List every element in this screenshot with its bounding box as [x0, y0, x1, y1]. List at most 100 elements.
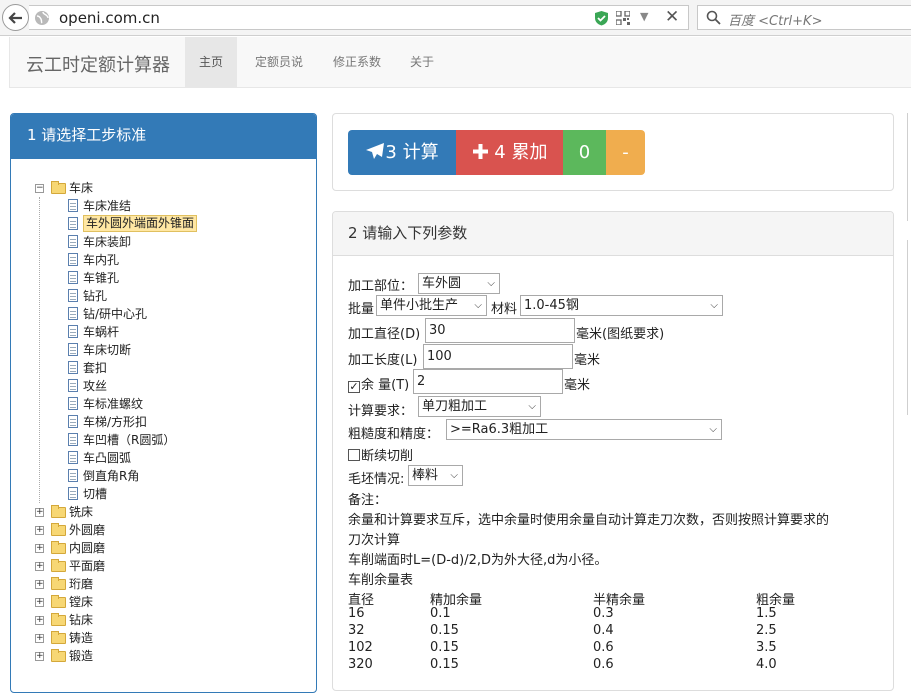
tree-node-leaf[interactable]: 钻孔 [11, 287, 311, 305]
tree-leaf-label: 车凹槽（R圆弧） [83, 433, 176, 447]
document-icon [68, 397, 78, 410]
collapse-toggle-icon[interactable]: − [35, 184, 44, 193]
brand-title[interactable]: 云工时定额计算器 [26, 51, 170, 77]
tree-node-folder[interactable]: + 锻造 [11, 647, 311, 665]
note-exclusive: 余量和计算要求互斥，选中余量时使用余量自动计算走刀次数，否则按照计算要求的 [348, 513, 830, 528]
document-icon [68, 469, 78, 482]
tree-node-leaf[interactable]: 车凸圆弧 [11, 449, 311, 467]
tree-leaf-label: 车床切断 [83, 343, 132, 357]
material-label: 材料 [491, 302, 518, 317]
nav-item-quota-talk[interactable]: 定额员说 [241, 37, 317, 87]
address-bar[interactable]: openi.com.cn ▼ ✕ [29, 5, 689, 30]
action-button-panel: 3 计算 4 累加 0 - [332, 113, 894, 191]
table-cell: 0.15 [430, 640, 459, 655]
folder-icon [51, 613, 66, 626]
table-cell: 0.6 [593, 640, 614, 655]
tree-node-folder[interactable]: + 铣床 [11, 503, 311, 521]
tree-node-leaf[interactable]: 车外圆外端面外锥面 [11, 215, 311, 233]
tree-node-folder[interactable]: + 内圆磨 [11, 539, 311, 557]
nav-item-home[interactable]: 主页 [185, 37, 238, 87]
roughness-select-value: >=Ra6.3粗加工 [450, 422, 549, 437]
accumulate-button[interactable]: 4 累加 [456, 130, 563, 175]
diameter-input[interactable]: 30 [425, 318, 575, 343]
document-icon [68, 325, 78, 338]
tree-node-leaf[interactable]: 套扣 [11, 359, 311, 377]
nav-item-about[interactable]: 关于 [396, 37, 448, 87]
tree-node-folder[interactable]: + 钻床 [11, 611, 311, 629]
part-select[interactable]: 车外圆 ⌵ [418, 273, 500, 294]
material-select-value: 1.0-45钢 [524, 298, 579, 313]
interrupted-checkbox[interactable] [348, 449, 360, 461]
tree-node-folder[interactable]: + 外圆磨 [11, 521, 311, 539]
tree-node-leaf[interactable]: 钻/研中心孔 [11, 305, 311, 323]
tree-node-label: 平面磨 [69, 559, 106, 573]
nav-item-correction[interactable]: 修正系数 [319, 37, 395, 87]
chevron-down-icon: ⌵ [474, 300, 482, 311]
top-navbar: 云工时定额计算器 主页 定额员说 修正系数 关于 [9, 37, 911, 88]
length-unit: 毫米 [574, 353, 601, 368]
document-icon [68, 451, 78, 464]
notes-label: 备注： [348, 493, 388, 508]
part-label: 加工部位： [348, 279, 414, 294]
allowance-checkbox[interactable]: ✓ [348, 381, 360, 393]
expand-toggle-icon[interactable]: + [35, 616, 44, 625]
tree-node-folder[interactable]: + 铸造 [11, 629, 311, 647]
tree-leaf-label: 车梯/方形扣 [83, 415, 148, 429]
tree-node-leaf[interactable]: 车标准螺纹 [11, 395, 311, 413]
plus-icon [472, 144, 488, 159]
page-edge-divider [907, 113, 908, 221]
tree-node-leaf[interactable]: 车内孔 [11, 251, 311, 269]
calculate-label: 3 计算 [385, 142, 439, 163]
search-box[interactable]: 百度 <Ctrl+K> [697, 5, 911, 30]
expand-toggle-icon[interactable]: + [35, 652, 44, 661]
tree-node-leaf[interactable]: 车梯/方形扣 [11, 413, 311, 431]
tree-node-leaf[interactable]: 车凹槽（R圆弧） [11, 431, 311, 449]
allowance-input[interactable]: 2 [413, 369, 563, 394]
note-facing: 车削端面时L=(D-d)/2,D为外大径,d为小径。 [348, 553, 608, 568]
roughness-select[interactable]: >=Ra6.3粗加工 ⌵ [446, 419, 722, 440]
minus-button[interactable]: - [606, 130, 645, 175]
total-count-button[interactable]: 0 [563, 130, 606, 175]
parameter-panel-title: 2 请输入下列参数 [333, 212, 893, 256]
table-cell: 4.0 [756, 657, 777, 672]
shield-check-icon[interactable] [594, 10, 609, 26]
tree-node-folder[interactable]: − 车床 [11, 179, 311, 197]
blank-select[interactable]: 棒料 ⌵ [408, 465, 463, 486]
calculate-button[interactable]: 3 计算 [348, 130, 456, 175]
expand-toggle-icon[interactable]: + [35, 580, 44, 589]
tree-node-leaf[interactable]: 攻丝 [11, 377, 311, 395]
table-cell: 2.5 [756, 623, 777, 638]
length-input[interactable]: 100 [423, 344, 573, 369]
table-cell: 1.5 [756, 606, 777, 621]
tree-node-label: 外圆磨 [69, 523, 106, 537]
expand-toggle-icon[interactable]: + [35, 526, 44, 535]
tree-leaf-label: 切槽 [83, 487, 108, 501]
tree-node-leaf[interactable]: 车蜗杆 [11, 323, 311, 341]
tree-node-leaf[interactable]: 车锥孔 [11, 269, 311, 287]
tree-node-folder[interactable]: + 平面磨 [11, 557, 311, 575]
tree-node-leaf[interactable]: 车床装卸 [11, 233, 311, 251]
arrow-left-icon [7, 11, 22, 24]
expand-toggle-icon[interactable]: + [35, 562, 44, 571]
tree-node-leaf[interactable]: 车床准结 [11, 197, 311, 215]
tree-node-leaf[interactable]: 倒直角R角 [11, 467, 311, 485]
expand-toggle-icon[interactable]: + [35, 544, 44, 553]
back-button[interactable] [2, 4, 29, 31]
tree-node-leaf[interactable]: 切槽 [11, 485, 311, 503]
document-icon [68, 271, 78, 284]
document-icon [68, 217, 78, 230]
tree-node-leaf[interactable]: 车床切断 [11, 341, 311, 359]
close-icon[interactable]: ✕ [665, 7, 679, 27]
tree-node-folder[interactable]: + 珩磨 [11, 575, 311, 593]
qr-code-icon[interactable] [616, 11, 630, 25]
diameter-unit: 毫米(图纸要求) [576, 327, 665, 342]
table-cell: 320 [348, 657, 373, 672]
expand-toggle-icon[interactable]: + [35, 508, 44, 517]
expand-toggle-icon[interactable]: + [35, 634, 44, 643]
chevron-down-icon[interactable]: ▼ [640, 10, 648, 23]
requirement-select[interactable]: 单刀粗加工 ⌵ [418, 396, 541, 417]
expand-toggle-icon[interactable]: + [35, 598, 44, 607]
material-select[interactable]: 1.0-45钢 ⌵ [520, 295, 723, 316]
tree-node-folder[interactable]: + 镗床 [11, 593, 311, 611]
batch-select[interactable]: 单件小批生产 ⌵ [376, 295, 487, 316]
